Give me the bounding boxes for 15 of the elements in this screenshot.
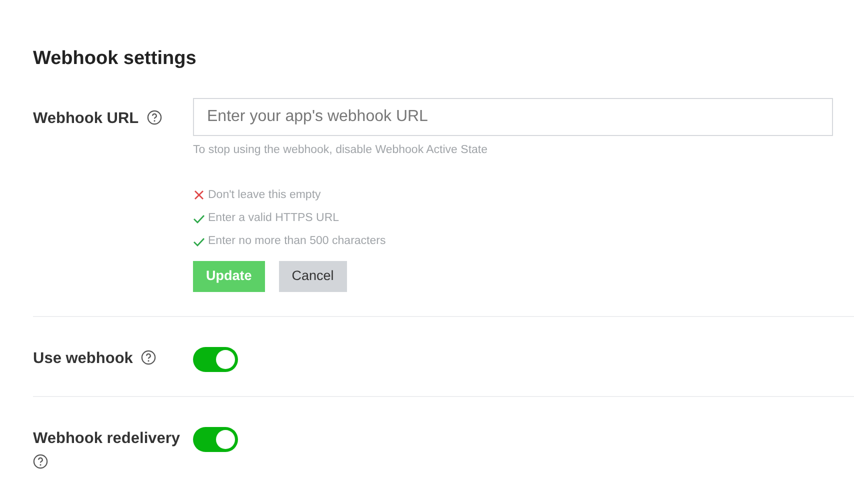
setting-label: Use webhook	[33, 350, 133, 366]
rule-text: Enter a valid HTTPS URL	[208, 211, 340, 226]
toggle-switch[interactable]	[193, 426, 238, 452]
help-icon[interactable]	[146, 110, 162, 124]
toggle-switch[interactable]	[193, 346, 238, 372]
help-icon[interactable]	[140, 350, 156, 364]
field-label: Webhook URL	[33, 110, 139, 126]
cancel-button[interactable]: Cancel	[278, 260, 347, 292]
rule-text: Enter no more than 500 characters	[208, 234, 386, 250]
section-title: Webhook settings	[33, 47, 198, 71]
setting-label: Webhook redelivery	[33, 430, 180, 446]
help-icon[interactable]	[33, 454, 48, 468]
rule-text: Don't leave this empty	[208, 188, 321, 203]
url-input[interactable]: Enter your app's webhook URL	[193, 98, 833, 136]
hint-text: To stop using the webhook, disable Webhook Active State	[193, 142, 489, 158]
